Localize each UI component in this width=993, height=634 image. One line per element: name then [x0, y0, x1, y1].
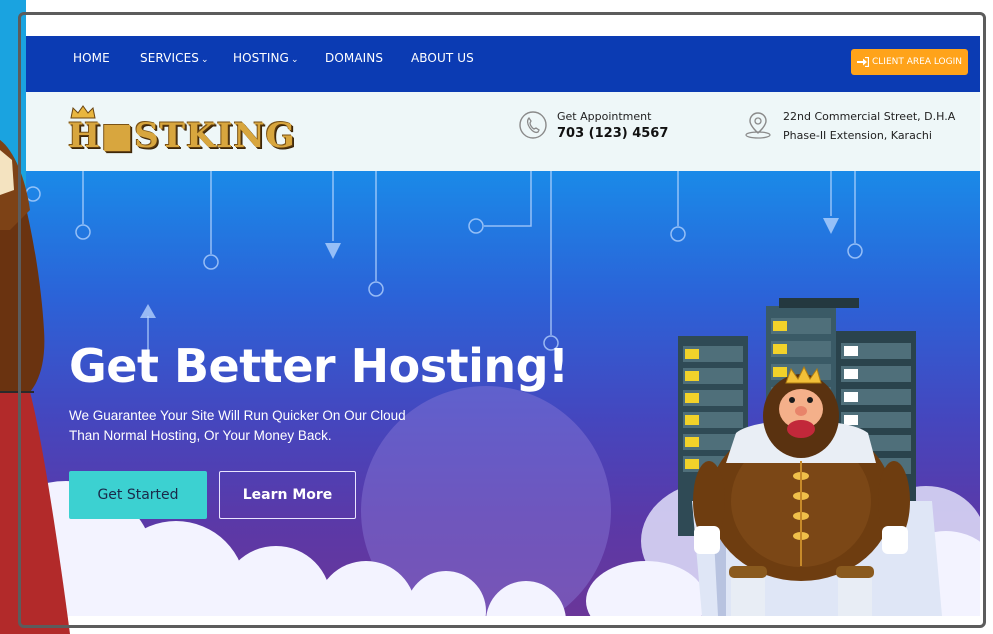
nav-item-label: ABOUT US — [411, 51, 474, 65]
nav-item-domains[interactable]: DOMAINS — [325, 51, 383, 65]
nav-item-services[interactable]: SERVICES ⌄ — [140, 51, 209, 65]
header-band: H■STKING Get Appointment 703 (123) 4567 … — [26, 92, 980, 171]
address-line-1: 22nd Commercial Street, D.H.A — [783, 110, 956, 123]
hero-section: Get Better Hosting! We Guarantee Your Si… — [26, 171, 980, 616]
get-started-button[interactable]: Get Started — [69, 471, 207, 519]
location-pin-icon — [745, 112, 771, 139]
logo-text: H■STKING — [68, 116, 296, 156]
top-navigation-bar: HOME SERVICES ⌄ HOSTING ⌄ DOMAINS ABOUT US… — [26, 36, 980, 92]
learn-more-button[interactable]: Learn More — [219, 471, 356, 519]
appointment-phone[interactable]: 703 (123) 4567 — [557, 126, 668, 141]
nav-item-label: DOMAINS — [325, 51, 384, 65]
chevron-down-icon: ⌄ — [201, 55, 209, 65]
nav-item-about-us[interactable]: ABOUT US — [411, 51, 474, 65]
login-icon — [857, 57, 869, 67]
hero-subtitle-line-2: Than Normal Hosting, Or Your Money Back. — [69, 428, 332, 443]
appointment-label: Get Appointment — [557, 110, 652, 123]
address-line-2: Phase-II Extension, Karachi — [783, 129, 932, 142]
nav-item-hosting[interactable]: HOSTING ⌄ — [233, 51, 299, 65]
left-character-illustration — [0, 140, 70, 634]
chevron-down-icon: ⌄ — [290, 55, 299, 65]
client-area-login-button[interactable]: CLIENT AREA LOGIN — [851, 49, 968, 75]
nav-item-label: HOSTING — [233, 51, 289, 65]
hostking-logo[interactable]: H■STKING — [68, 116, 296, 156]
login-button-label: CLIENT AREA LOGIN — [872, 57, 962, 67]
nav-item-label: SERVICES — [140, 51, 200, 65]
website-viewport: HOME SERVICES ⌄ HOSTING ⌄ DOMAINS ABOUT US… — [26, 36, 980, 616]
hero-title: Get Better Hosting! — [69, 339, 569, 393]
phone-icon — [519, 111, 547, 139]
hero-subtitle: We Guarantee Your Site Will Run Quicker … — [69, 406, 469, 446]
server-racks-king-illustration — [678, 298, 942, 616]
hero-subtitle-line-1: We Guarantee Your Site Will Run Quicker … — [69, 408, 406, 423]
